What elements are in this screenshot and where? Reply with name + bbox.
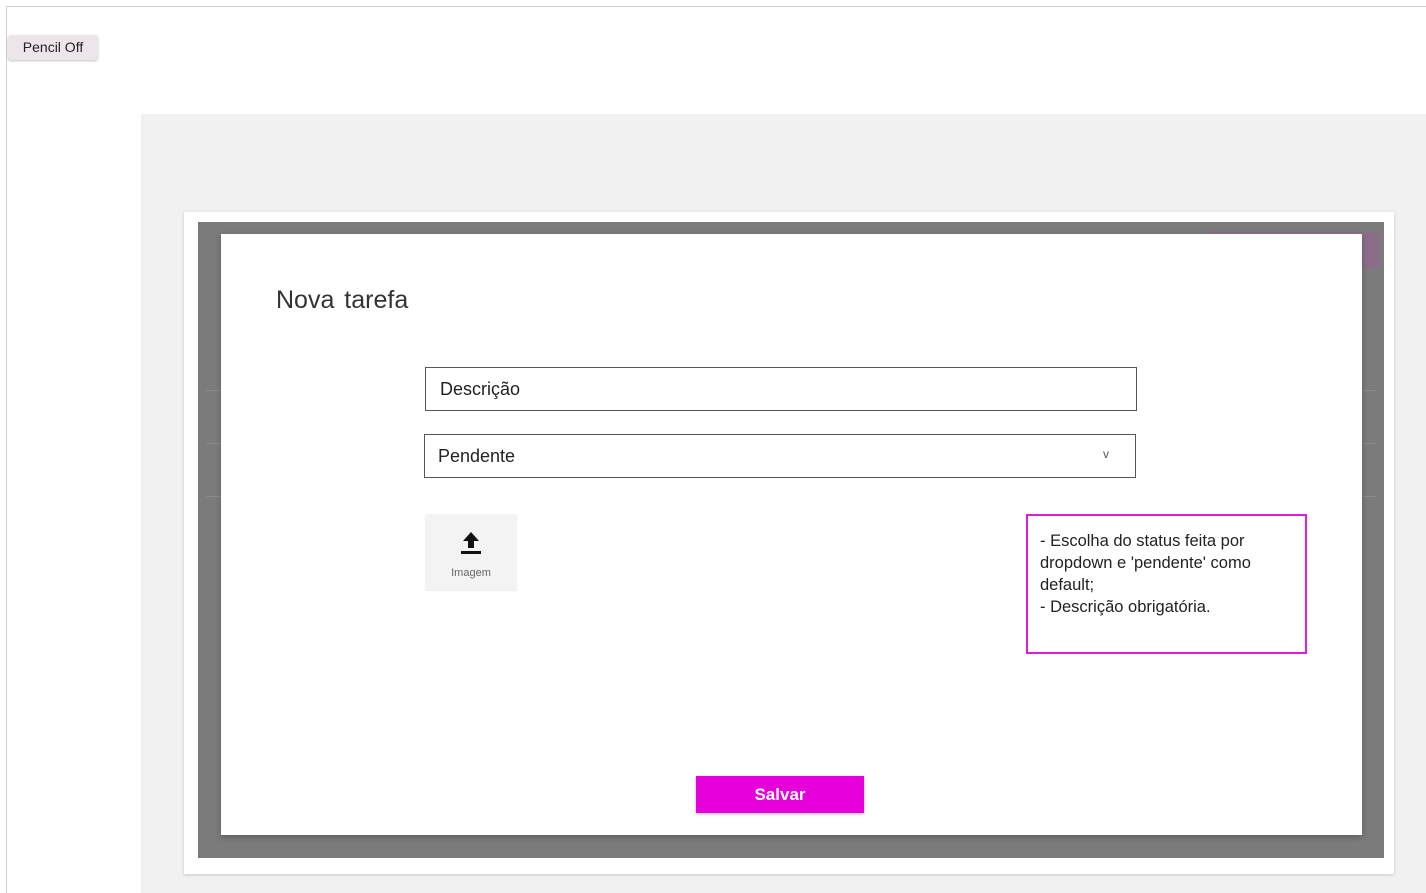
save-button[interactable]: Salvar <box>696 776 864 813</box>
upload-icon <box>461 532 481 554</box>
description-field[interactable] <box>425 367 1137 411</box>
image-upload-button[interactable]: Imagem <box>425 514 517 590</box>
chevron-down-icon: v <box>1103 447 1109 461</box>
status-select-value: Pendente <box>438 445 516 466</box>
frame-top-border <box>6 6 1426 7</box>
frame-left-border <box>6 6 7 893</box>
annotation-note: - Escolha do status feita por dropdown e… <box>1026 514 1307 654</box>
image-upload-label: Imagem <box>451 567 491 579</box>
new-task-dialog: Nova tarefa Pendente v Imagem - Escolha … <box>221 234 1362 835</box>
dialog-title: Nova tarefa <box>276 286 409 314</box>
description-input[interactable] <box>440 378 1136 400</box>
status-select[interactable]: Pendente v <box>424 434 1136 478</box>
pencil-toggle-button[interactable]: Pencil Off <box>8 35 98 60</box>
